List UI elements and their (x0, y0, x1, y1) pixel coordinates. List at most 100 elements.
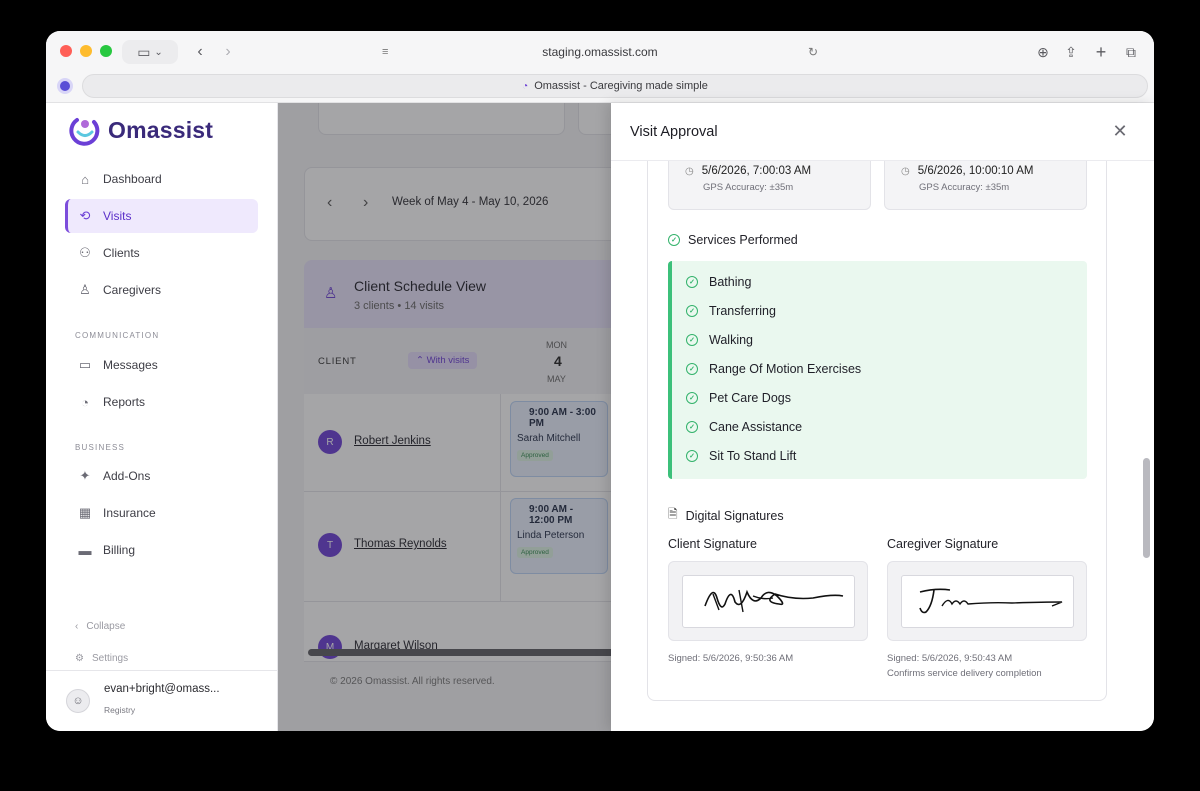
sparkles-icon: ✦ (79, 468, 91, 483)
schedule-column-header: CLIENT ⌃ With visits MON 4 MAY (304, 328, 611, 394)
avatar: ☺ (66, 689, 90, 713)
share-icon[interactable]: ⇪ (1060, 40, 1082, 64)
user-icon: ♙ (79, 282, 91, 297)
app: Omassist ⌂ Dashboard ⟲ Visits ⚇ Clients … (46, 103, 1154, 731)
user-email: evan+bright@omass... (104, 683, 220, 695)
caregiver-signed-note: Confirms service delivery completion (887, 668, 1042, 679)
check-out-time: 5/6/2026, 10:00:10 AM (917, 165, 1034, 177)
drawer-scrollbar[interactable] (1143, 458, 1150, 558)
visit-caregiver: Sarah Mitchell (517, 433, 581, 444)
extension-icon[interactable] (57, 78, 73, 94)
chevron-down-icon: ⌄ (154, 46, 163, 58)
refresh-icon: ⟲ (79, 208, 91, 223)
sidebar-item-messages[interactable]: ▭ Messages (65, 348, 258, 382)
credit-card-icon: ▬ (78, 542, 92, 558)
users-icon: ⚇ (79, 245, 91, 260)
services-heading: ✓ Services Performed (668, 233, 798, 247)
sidebar-item-add-ons[interactable]: ✦ Add-Ons (65, 459, 258, 493)
day-dow: MON (546, 340, 567, 350)
chevron-right-icon[interactable]: › (363, 194, 368, 212)
client-name[interactable]: Thomas Reynolds (354, 538, 447, 550)
settings-label: Settings (91, 653, 129, 664)
communication-section-label: COMMUNICATION (75, 331, 160, 340)
chevron-left-icon[interactable]: ‹ (327, 194, 332, 212)
sidebar-item-reports[interactable]: ◔ Reports (65, 385, 258, 419)
service-label: Range Of Motion Exercises (709, 362, 862, 376)
services-list: ✓ Bathing ✓ Transferring ✓ Walking ✓ Range O… (668, 261, 1087, 479)
signatures-title: Digital Signatures (685, 508, 784, 523)
logo-icon (68, 113, 102, 147)
sidebar-item-clients[interactable]: ⚇ Clients (65, 236, 258, 270)
check-in-time: 5/6/2026, 7:00:03 AM (701, 165, 812, 177)
logo[interactable]: Omassist (68, 113, 213, 147)
minimize-window-button[interactable] (80, 45, 92, 57)
chevron-left-icon: ‹ (75, 621, 79, 632)
with-visits-filter[interactable]: ⌃ With visits (408, 352, 478, 369)
brand-name: Omassist (108, 116, 214, 143)
sidebar-item-insurance[interactable]: ▦ Insurance (65, 496, 258, 530)
document-icon: 🗎 (668, 507, 678, 521)
client-name[interactable]: Robert Jenkins (354, 435, 431, 447)
sidebar-item-label: Clients (103, 246, 140, 260)
tab-title: Omassist - Caregiving made simple (534, 80, 708, 92)
service-item: ✓ Range Of Motion Exercises (686, 362, 861, 376)
signatures-heading: 🗎 Digital Signatures (668, 505, 784, 526)
collapse-button[interactable]: ‹ Collapse (75, 621, 125, 632)
drawer-title: Visit Approval (630, 124, 718, 140)
check-circle-icon: ✓ (686, 421, 698, 433)
sidebar: Omassist ⌂ Dashboard ⟲ Visits ⚇ Clients … (46, 103, 278, 731)
back-button[interactable]: ‹ (190, 40, 210, 64)
sidebar-item-label: Messages (103, 358, 158, 372)
clock-icon: ◷ (901, 165, 910, 177)
building-icon: ▦ (78, 505, 92, 520)
check-out-box: ◷ 5/6/2026, 10:00:10 AM GPS Accuracy: ±35… (884, 161, 1087, 210)
pie-chart-icon: ◔ (81, 394, 89, 410)
sidebar-item-caregivers[interactable]: ♙ Caregivers (65, 273, 258, 307)
sidebar-item-dashboard[interactable]: ⌂ Dashboard (65, 162, 258, 196)
service-label: Walking (709, 333, 753, 347)
check-circle-icon: ✓ (668, 234, 680, 246)
browser-tab[interactable]: ◔ Omassist - Caregiving made simple (82, 74, 1148, 98)
visit-time: 9:00 AM - 3:00 PM (529, 407, 596, 429)
schedule-header: ♙ (304, 260, 611, 328)
week-label: Week of May 4 - May 10, 2026 (392, 196, 549, 208)
schedule-subtitle: 3 clients • 14 visits (354, 300, 445, 312)
sidebar-toggle-button[interactable]: ▭ ⌄ (122, 40, 178, 64)
zoom-window-button[interactable] (100, 45, 112, 57)
close-window-button[interactable] (60, 45, 72, 57)
sidebar-icon: ▭ (137, 43, 151, 60)
sidebar-item-billing[interactable]: ▬ Billing (65, 533, 258, 567)
service-label: Sit To Stand Lift (709, 449, 797, 463)
close-icon[interactable]: ✕ (1109, 120, 1131, 142)
main-content: ‹ › Week of May 4 - May 10, 2026 ♙ Clien… (278, 103, 611, 731)
user-icon: ♙ (324, 285, 338, 302)
settings-button[interactable]: ⚙ Settings (75, 653, 128, 664)
caregiver-signed-timestamp: Signed: 5/6/2026, 9:50:43 AM (887, 653, 1013, 664)
horizontal-scrollbar[interactable] (308, 649, 611, 656)
address-bar[interactable]: ≡ staging.omassist.com ↻ (376, 39, 824, 65)
new-tab-icon[interactable]: + (1090, 40, 1112, 64)
tab-overview-icon[interactable]: ⧉ (1120, 40, 1142, 64)
sidebar-item-visits[interactable]: ⟲ Visits (65, 199, 258, 233)
schedule-title: Client Schedule View (354, 278, 487, 294)
browser-window: ▭ ⌄ ‹ › ≡ staging.omassist.com ↻ ⊕ ⇪ + ⧉… (46, 31, 1154, 731)
forward-button[interactable]: › (218, 40, 238, 64)
service-label: Bathing (709, 275, 752, 289)
download-icon[interactable]: ⊕ (1032, 40, 1054, 64)
home-icon: ⌂ (81, 171, 89, 187)
reload-icon[interactable]: ↻ (808, 45, 818, 59)
visit-chip[interactable]: 9:00 AM - 12:00 PM Linda Peterson Approv… (510, 498, 608, 574)
client-signed-timestamp: Signed: 5/6/2026, 9:50:36 AM (668, 653, 794, 664)
check-in-box: ◷ 5/6/2026, 7:00:03 AM GPS Accuracy: ±35m (668, 161, 871, 210)
visit-chip[interactable]: 9:00 AM - 3:00 PM Sarah Mitchell Approve… (510, 401, 608, 477)
client-avatar: T (318, 533, 342, 557)
visit-details-card: ◷ 5/6/2026, 7:00:03 AM GPS Accuracy: ±35m… (647, 161, 1107, 701)
reader-icon[interactable]: ≡ (382, 46, 388, 58)
caregiver-signature-box (887, 561, 1087, 641)
gear-icon: ⚙ (75, 653, 84, 664)
user-menu[interactable]: ☺ evan+bright@omass... Registry (46, 670, 278, 731)
client-avatar: R (318, 430, 342, 454)
status-badge: Approved (517, 547, 553, 558)
sidebar-item-label: Insurance (103, 506, 156, 520)
check-circle-icon: ✓ (686, 363, 698, 375)
